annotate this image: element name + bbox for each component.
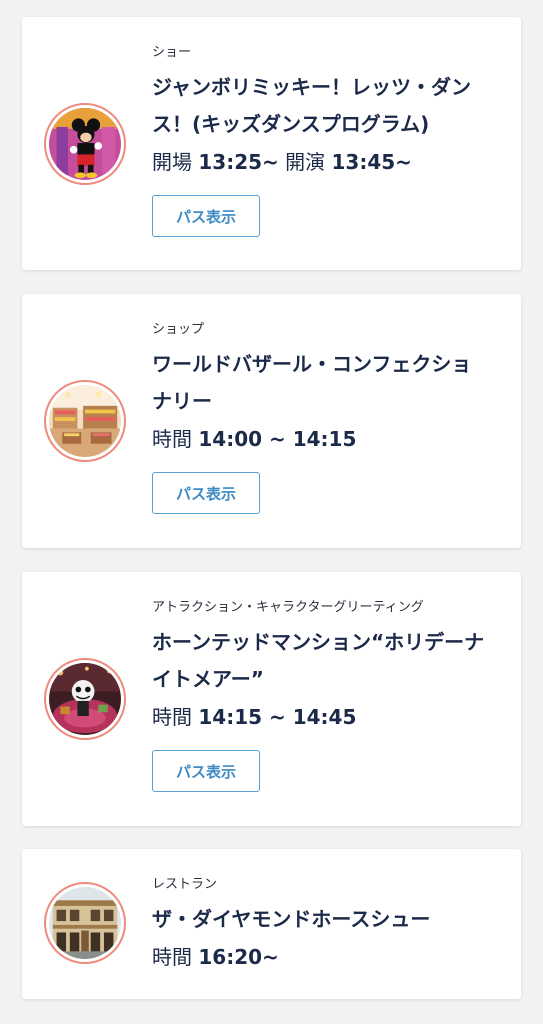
mickey-mouse-photo-icon (49, 108, 121, 180)
time-text: 時間 16:20~ (152, 942, 499, 972)
time-value: 16:20~ (198, 945, 279, 969)
title-line: ワールドバザール・コンフェクショ (152, 352, 472, 376)
show-pass-button[interactable]: パス表示 (152, 472, 260, 514)
restaurant-building-photo-icon (49, 887, 121, 959)
pass-info: ショー ジャンボリミッキー！レッツ・ダン ス！(キッズダンスプログラム) 開場 … (152, 43, 499, 237)
time-label: 時間 (152, 705, 192, 729)
title-line: イトメアー” (152, 667, 264, 691)
title-line: ザ・ダイヤモンドホースシュー (152, 907, 431, 931)
time-text: 開場 13:25~ 開演 13:45~ (152, 147, 499, 177)
time-value: 14:15 ~ 14:45 (198, 705, 357, 729)
time-value: 13:25~ (198, 150, 279, 174)
time-label: 開演 (285, 150, 326, 174)
thumbnail (44, 658, 126, 740)
time-value: 14:00 ~ 14:15 (198, 427, 357, 451)
thumbnail (44, 380, 126, 462)
pass-info: アトラクション・キャラクターグリーティング ホーンテッドマンション“ホリデーナ … (152, 598, 499, 792)
category-label: ショー (152, 45, 192, 60)
pass-card[interactable]: ショップ ワールドバザール・コンフェクショ ナリー 時間 14:00 ~ 14:… (22, 294, 521, 548)
title-line: ナリー (152, 389, 212, 413)
time-text: 時間 14:00 ~ 14:15 (152, 424, 499, 454)
pass-info: ショップ ワールドバザール・コンフェクショ ナリー 時間 14:00 ~ 14:… (152, 320, 499, 514)
time-value: 13:45~ (331, 150, 412, 174)
thumbnail (44, 882, 126, 964)
category-label: ショップ (152, 322, 205, 337)
thumbnail (44, 103, 126, 185)
category-label: レストラン (152, 877, 218, 892)
show-pass-button[interactable]: パス表示 (152, 750, 260, 792)
time-label: 時間 (152, 427, 192, 451)
title-line: ジャンボリミッキー！レッツ・ダン (152, 75, 471, 99)
title-line: ス！(キッズダンスプログラム) (152, 112, 430, 136)
time-label: 時間 (152, 945, 192, 969)
pass-info: レストラン ザ・ダイヤモンドホースシュー 時間 16:20~ (152, 875, 499, 972)
pass-card[interactable]: レストラン ザ・ダイヤモンドホースシュー 時間 16:20~ (22, 849, 521, 999)
time-label: 開場 (152, 150, 192, 174)
show-pass-button[interactable]: パス表示 (152, 195, 260, 237)
pass-list: ショー ジャンボリミッキー！レッツ・ダン ス！(キッズダンスプログラム) 開場 … (0, 0, 543, 1024)
haunted-mansion-photo-icon (49, 663, 121, 735)
pass-card[interactable]: ショー ジャンボリミッキー！レッツ・ダン ス！(キッズダンスプログラム) 開場 … (22, 17, 521, 270)
title-line: ホーンテッドマンション“ホリデーナ (152, 630, 485, 654)
category-label: アトラクション・キャラクターグリーティング (152, 600, 424, 615)
pass-card[interactable]: アトラクション・キャラクターグリーティング ホーンテッドマンション“ホリデーナ … (22, 572, 521, 826)
time-text: 時間 14:15 ~ 14:45 (152, 702, 499, 732)
shop-interior-photo-icon (49, 385, 121, 457)
